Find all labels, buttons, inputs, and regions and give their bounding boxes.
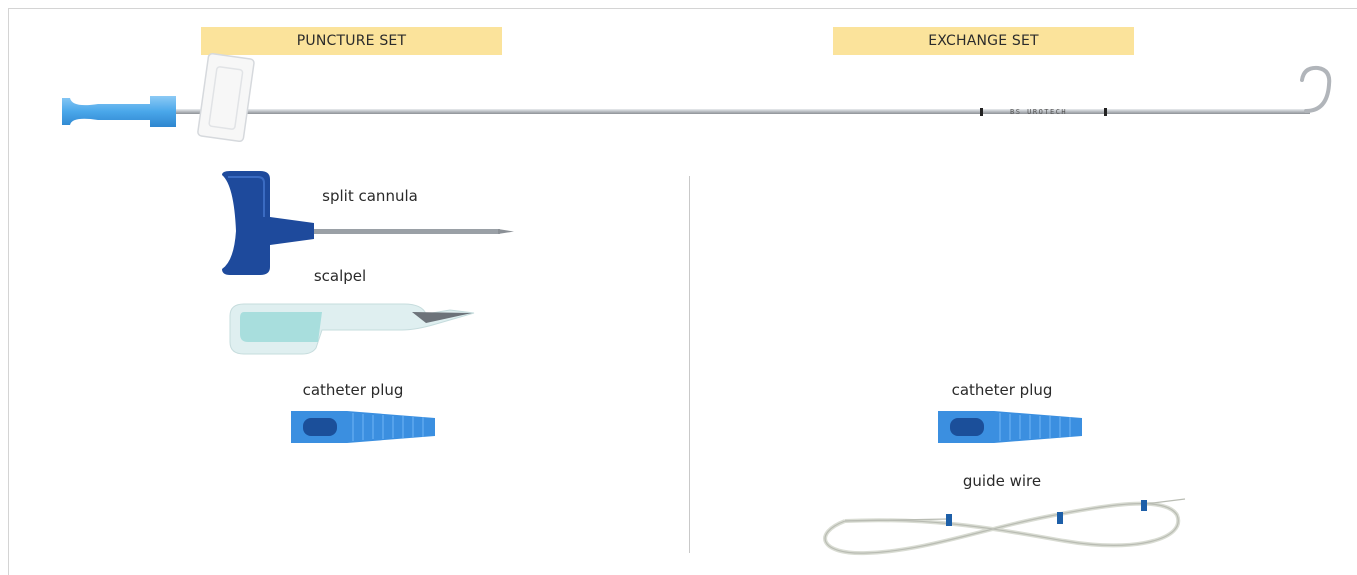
guide-wire-label: guide wire xyxy=(962,472,1042,490)
catheter-image: BS UROTECH xyxy=(62,52,1332,143)
catheter-imprint: BS UROTECH xyxy=(1010,108,1067,116)
catheter-plug-label-left: catheter plug xyxy=(302,381,404,399)
scalpel-label: scalpel xyxy=(313,267,367,285)
guide-wire-marker-1 xyxy=(946,514,952,526)
catheter-pigtail xyxy=(1300,65,1332,113)
scalpel-image xyxy=(229,303,475,355)
guide-wire-image xyxy=(823,498,1186,556)
guide-wire-marker-2 xyxy=(1057,512,1063,524)
catheter-tube xyxy=(175,109,1310,114)
catheter-plug-label-right: catheter plug xyxy=(951,381,1053,399)
catheter-hub xyxy=(62,96,176,127)
catheter-marker-2 xyxy=(1104,108,1107,116)
catheter-plug-image-right xyxy=(938,411,1082,443)
catheter-marker-1 xyxy=(980,108,983,116)
catheter-plug-image-left xyxy=(291,411,435,443)
column-divider xyxy=(689,176,690,553)
guide-wire-marker-3 xyxy=(1141,500,1147,511)
split-cannula-image xyxy=(222,171,514,275)
